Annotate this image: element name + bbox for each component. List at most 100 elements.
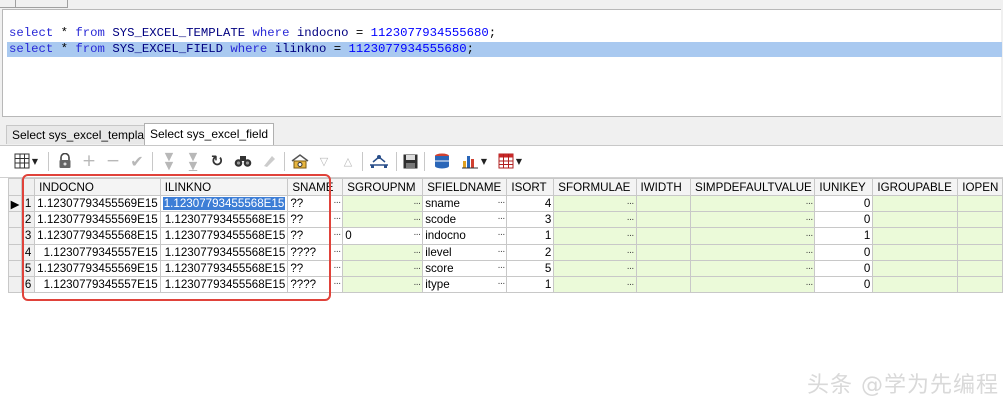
cell-sname[interactable]: ???? ··· (287, 243, 344, 261)
cell-sname[interactable]: ?? ··· (287, 211, 344, 229)
cell-iwidth[interactable] (635, 243, 691, 261)
cell-iopen[interactable] (957, 275, 1003, 294)
column-header[interactable]: IGROUPABLE (872, 178, 959, 196)
column-header[interactable]: SFORMULAE (553, 178, 637, 196)
cell-sformulae[interactable]: ··· (553, 211, 637, 229)
tab-remnant[interactable] (0, 0, 16, 8)
cell-iunikey[interactable]: 0 (814, 275, 874, 294)
column-header[interactable]: IWIDTH (635, 178, 691, 196)
cell-sgroupnm[interactable]: ··· (342, 259, 424, 277)
cell-igroupable[interactable] (872, 227, 959, 245)
ellipsis-button[interactable]: ··· (413, 263, 421, 274)
fetch-last-icon[interactable]: ▼ ▼ (184, 151, 202, 171)
cell-ilinkno[interactable]: 1.12307793455568E15 (159, 211, 289, 229)
cell-sname[interactable]: ?? ··· (287, 227, 344, 245)
table-options-icon[interactable]: ▼ (494, 152, 526, 170)
cell-sgroupnm[interactable]: ··· (342, 211, 424, 229)
cell-simpdefaultvalue[interactable]: ··· (689, 227, 816, 245)
cell-iopen[interactable] (957, 227, 1003, 245)
cell-iopen[interactable] (957, 211, 1003, 229)
delete-record-icon[interactable]: − (104, 151, 122, 171)
clear-icon[interactable] (260, 152, 278, 170)
grid-view-icon[interactable]: ▼ (12, 152, 40, 170)
sort-icon[interactable]: △ (340, 152, 356, 170)
cell-iunikey[interactable]: 0 (814, 194, 874, 213)
ellipsis-button[interactable]: ··· (805, 230, 813, 241)
ellipsis-button[interactable]: ··· (805, 279, 813, 290)
column-header[interactable]: SNAME (287, 178, 344, 196)
cell-igroupable[interactable] (872, 275, 959, 294)
ellipsis-button[interactable]: ··· (333, 262, 341, 273)
cell-iopen[interactable] (957, 243, 1003, 261)
ellipsis-button[interactable]: ··· (805, 247, 813, 258)
cell-sname[interactable]: ?? ··· (287, 259, 344, 277)
ellipsis-button[interactable]: ··· (333, 246, 341, 257)
cell-sname[interactable]: ?? ··· (287, 194, 344, 213)
ellipsis-button[interactable]: ··· (627, 198, 635, 209)
ellipsis-button[interactable]: ··· (497, 197, 505, 208)
ellipsis-button[interactable]: ··· (805, 214, 813, 225)
column-header[interactable]: IOPEN (957, 178, 1003, 196)
cell-ilinkno[interactable]: 1.12307793455568E15 (159, 243, 289, 261)
cell-isort[interactable]: 1 (506, 275, 555, 294)
tab-select-sys-excel-field[interactable]: Select sys_excel_field (144, 123, 275, 145)
cell-sfieldname[interactable]: itype ··· (422, 275, 508, 294)
cell-indocno[interactable]: 1.1230779345557E15 (34, 243, 161, 261)
cell-isort[interactable]: 5 (506, 259, 555, 277)
cell-ilinkno[interactable]: 1.12307793455568E15 (159, 194, 289, 213)
ellipsis-button[interactable]: ··· (413, 229, 421, 240)
tab-remnant[interactable] (16, 0, 68, 8)
cell-ilinkno[interactable]: 1.12307793455568E15 (159, 259, 289, 277)
cell-sfieldname[interactable]: ilevel ··· (422, 243, 508, 261)
find-icon[interactable] (232, 152, 254, 170)
ellipsis-button[interactable]: ··· (497, 278, 505, 289)
ellipsis-button[interactable]: ··· (627, 263, 635, 274)
cell-simpdefaultvalue[interactable]: ··· (689, 275, 816, 294)
cell-isort[interactable]: 1 (506, 227, 555, 245)
cell-iwidth[interactable] (635, 227, 691, 245)
ellipsis-button[interactable]: ··· (333, 213, 341, 224)
sql-line-1[interactable]: select * from SYS_EXCEL_TEMPLATE where i… (9, 26, 496, 41)
ellipsis-button[interactable]: ··· (413, 198, 421, 209)
cell-isort[interactable]: 2 (506, 243, 555, 261)
refresh-icon[interactable]: ↻ (208, 152, 226, 170)
cell-simpdefaultvalue[interactable]: ··· (689, 259, 816, 277)
cell-iunikey[interactable]: 1 (814, 227, 874, 245)
table-row[interactable]: 5 1.12307793455569E15 1.12307793455568E1… (7, 259, 1003, 277)
cell-sfieldname[interactable]: score ··· (422, 259, 508, 277)
cell-sfieldname[interactable]: indocno ··· (422, 227, 508, 245)
column-header[interactable]: ILINKNO (159, 178, 289, 196)
cell-igroupable[interactable] (872, 194, 959, 213)
lock-icon[interactable] (56, 152, 74, 170)
table-row[interactable]: 3 1.12307793455568E15 1.12307793455568E1… (7, 227, 1003, 245)
cell-indocno[interactable]: 1.12307793455569E15 (34, 194, 161, 213)
ellipsis-button[interactable]: ··· (627, 247, 635, 258)
cell-sgroupnm[interactable]: ··· (342, 194, 424, 213)
cell-indocno[interactable]: 1.12307793455569E15 (34, 211, 161, 229)
cell-sformulae[interactable]: ··· (553, 194, 637, 213)
fetch-next-icon[interactable]: ▼ ▼ (160, 151, 178, 171)
export-icon[interactable] (432, 152, 452, 170)
table-row[interactable]: 6 1.1230779345557E15 1.12307793455568E15… (7, 275, 1003, 294)
add-record-icon[interactable]: + (80, 151, 98, 171)
cell-sgroupnm[interactable]: ··· (342, 275, 424, 294)
cell-sname[interactable]: ???? ··· (287, 275, 344, 294)
cell-isort[interactable]: 4 (506, 194, 555, 213)
cell-ilinkno[interactable]: 1.12307793455568E15 (159, 227, 289, 245)
cell-indocno[interactable]: 1.12307793455569E15 (34, 259, 161, 277)
ellipsis-button[interactable]: ··· (333, 197, 341, 208)
cell-sgroupnm[interactable]: ··· (342, 243, 424, 261)
selected-cell-value[interactable]: 1.12307793455568E15 (162, 197, 286, 211)
ellipsis-button[interactable]: ··· (497, 229, 505, 240)
table-row[interactable]: 2 1.12307793455569E15 1.12307793455568E1… (7, 211, 1003, 229)
filter-icon[interactable]: ▽ (316, 152, 332, 170)
ellipsis-button[interactable]: ··· (413, 247, 421, 258)
ellipsis-button[interactable]: ··· (627, 230, 635, 241)
cell-iunikey[interactable]: 0 (814, 259, 874, 277)
column-header[interactable]: SGROUPNM (342, 178, 424, 196)
cell-igroupable[interactable] (872, 259, 959, 277)
cell-iopen[interactable] (957, 259, 1003, 277)
cell-iunikey[interactable]: 0 (814, 211, 874, 229)
cell-indocno[interactable]: 1.1230779345557E15 (34, 275, 161, 294)
ellipsis-button[interactable]: ··· (333, 229, 341, 240)
